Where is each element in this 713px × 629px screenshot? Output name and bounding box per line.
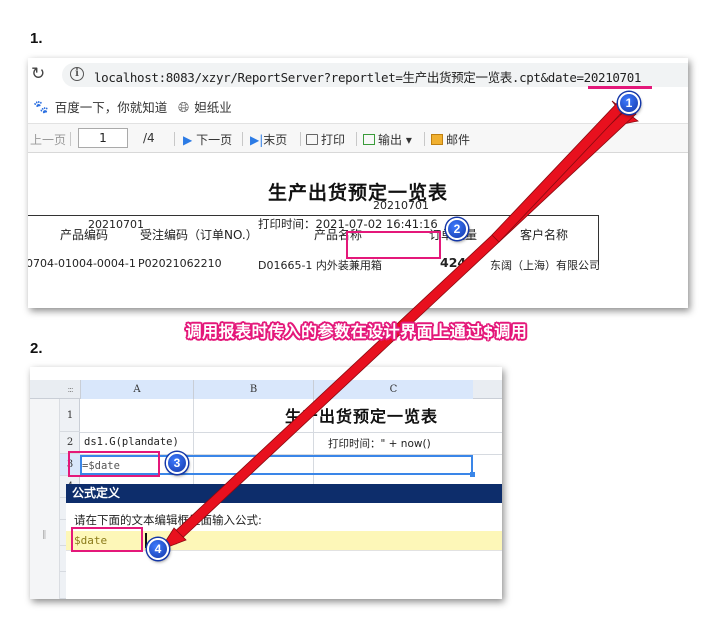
table-cell: P02021062210	[138, 257, 222, 270]
last-page-button[interactable]: ▶|末页	[250, 131, 287, 148]
step-badge-1: 1	[618, 92, 640, 114]
bookmarks-bar: 🐾︎ 百度一下，你就知道 🌐︎ 妲纸业	[28, 92, 688, 120]
mail-icon	[431, 134, 443, 145]
step-badge-4: 4	[147, 538, 169, 560]
mail-button[interactable]: 邮件	[431, 131, 470, 148]
report-title: 生产出货预定一览表	[267, 182, 448, 204]
table-border	[28, 215, 599, 216]
paw-icon: 🐾︎	[32, 100, 50, 116]
skip-end-icon: ▶|	[250, 133, 264, 147]
report-param-value: 20210701	[373, 199, 429, 212]
annotation-caption: 调用报表时传入的参数在设计界面上通过$调用	[185, 322, 528, 341]
row-header[interactable]: 1	[60, 399, 80, 432]
page-number-input[interactable]: 1	[78, 128, 128, 148]
column-header-b[interactable]: B	[193, 380, 313, 399]
reload-icon[interactable]: ↻	[31, 64, 45, 84]
column-header-c[interactable]: C	[313, 380, 473, 399]
toolbar-divider	[356, 132, 357, 146]
table-cell: 0704-01004-0004-1	[28, 257, 136, 270]
step-1-label: 1.	[30, 30, 43, 47]
designer-report-title[interactable]: 生产出货预定一览表	[285, 403, 438, 427]
url-param: date=20210701	[547, 70, 642, 85]
cell-formula-highlight	[68, 451, 160, 477]
url-text[interactable]: localhost:8083/xzyr/ReportServer?reportl…	[94, 67, 641, 86]
next-page-button[interactable]: ▶ 下一页	[183, 131, 232, 148]
browser-screenshot: ↻ i localhost:8083/xzyr/ReportServer?rep…	[28, 58, 688, 308]
select-all-corner[interactable]: :::	[60, 380, 80, 399]
info-icon[interactable]: i	[70, 67, 84, 81]
printer-icon	[306, 134, 318, 145]
url-param-highlight	[588, 86, 652, 89]
table-cell: 424	[440, 255, 467, 270]
fill-handle[interactable]	[470, 472, 475, 477]
page-total: /4	[143, 131, 155, 145]
bookmark-baidu[interactable]: 🐾︎ 百度一下，你就知道	[32, 97, 167, 116]
bookmark-paper[interactable]: 🌐︎ 妲纸业	[178, 97, 232, 116]
step-2-label: 2.	[30, 340, 43, 357]
step-badge-2: 2	[446, 218, 468, 240]
column-header: 产品编码	[60, 228, 109, 242]
print-button[interactable]: 打印	[306, 131, 345, 148]
toolbar-divider	[70, 132, 71, 146]
splitter-handle[interactable]: ‖	[42, 530, 47, 540]
designer-side-panel	[30, 380, 60, 599]
table-cell: D01665-1 内外装兼用箱	[258, 259, 382, 272]
column-header: 受注编码（订单NO.）	[140, 228, 258, 242]
table-cell: 东阔（上海）有限公司	[490, 259, 600, 272]
url-host: localhost:8083/xzyr/ReportServer?reportl…	[94, 70, 548, 85]
export-button[interactable]: 输出 ▾	[363, 131, 412, 148]
dialog-body	[66, 550, 502, 599]
column-header-a[interactable]: A	[80, 380, 193, 399]
cell-a2-formula[interactable]: ds1.G(plandate)	[84, 436, 179, 448]
globe-icon: 🌐︎	[178, 100, 190, 116]
toolbar-divider	[300, 132, 301, 146]
grid-line	[80, 432, 502, 433]
prev-page-button[interactable]: 上一页	[30, 131, 66, 148]
toolbar-divider	[424, 132, 425, 146]
cell-c2-formula[interactable]: 打印时间：" + now()	[328, 436, 431, 451]
column-header-bar: ::: A B C	[30, 380, 502, 399]
dialog-hint: 请在下面的文本编辑框里面输入公式:	[74, 513, 262, 527]
step-badge-3: 3	[166, 452, 188, 474]
column-header: 客户名称	[520, 228, 569, 242]
play-icon: ▶	[183, 133, 193, 147]
dialog-title: 公式定义	[66, 484, 502, 503]
toolbar-divider	[174, 132, 175, 146]
export-icon	[363, 134, 375, 145]
param-value-highlight	[346, 231, 441, 259]
report-toolbar: 上一页 1 /4 ▶ 下一页 ▶|末页 打印 输出 ▾ 邮件	[28, 123, 688, 153]
designer-screenshot: ::: A B C 1 2 3 4 5 6 7 8 生产出货预定一览表 ds1.…	[30, 367, 502, 599]
dialog-formula-highlight	[71, 527, 143, 552]
toolbar-divider	[242, 132, 243, 146]
